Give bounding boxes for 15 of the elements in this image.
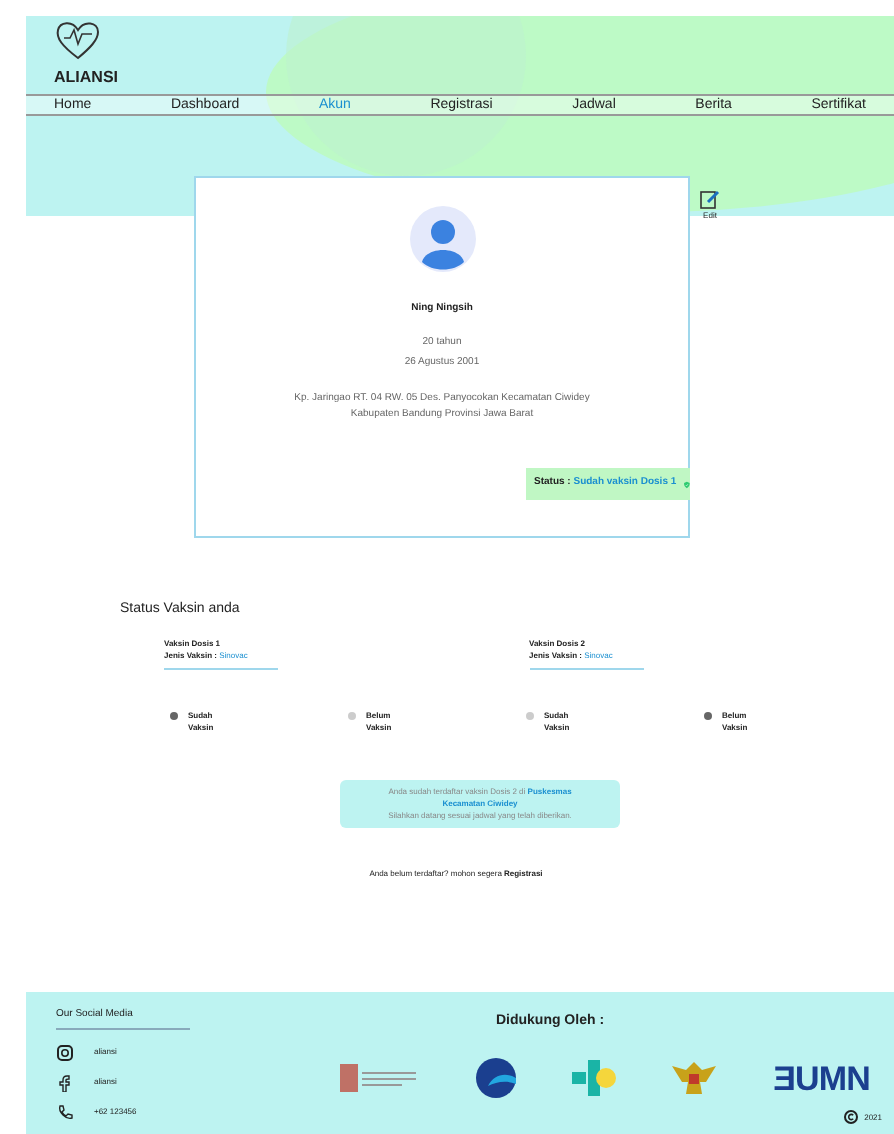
phone-icon[interactable] [56,1103,74,1121]
facebook-icon[interactable] [56,1073,74,1091]
pencil-icon[interactable] [700,190,720,210]
instagram-icon[interactable] [56,1043,74,1061]
radio-button[interactable] [170,711,178,719]
radio-button[interactable] [348,711,356,719]
bumn-logo: ƎUMN [773,1057,870,1101]
emblem-logo [340,1060,420,1097]
radio-button[interactable] [704,711,712,719]
wave-circle-logo [476,1058,517,1099]
copyright-icon [844,1110,859,1124]
radio-button[interactable] [526,711,534,719]
brand-name: ALIANSI [54,66,120,90]
health-cross-logo [572,1060,617,1097]
avatar-icon [409,206,475,272]
